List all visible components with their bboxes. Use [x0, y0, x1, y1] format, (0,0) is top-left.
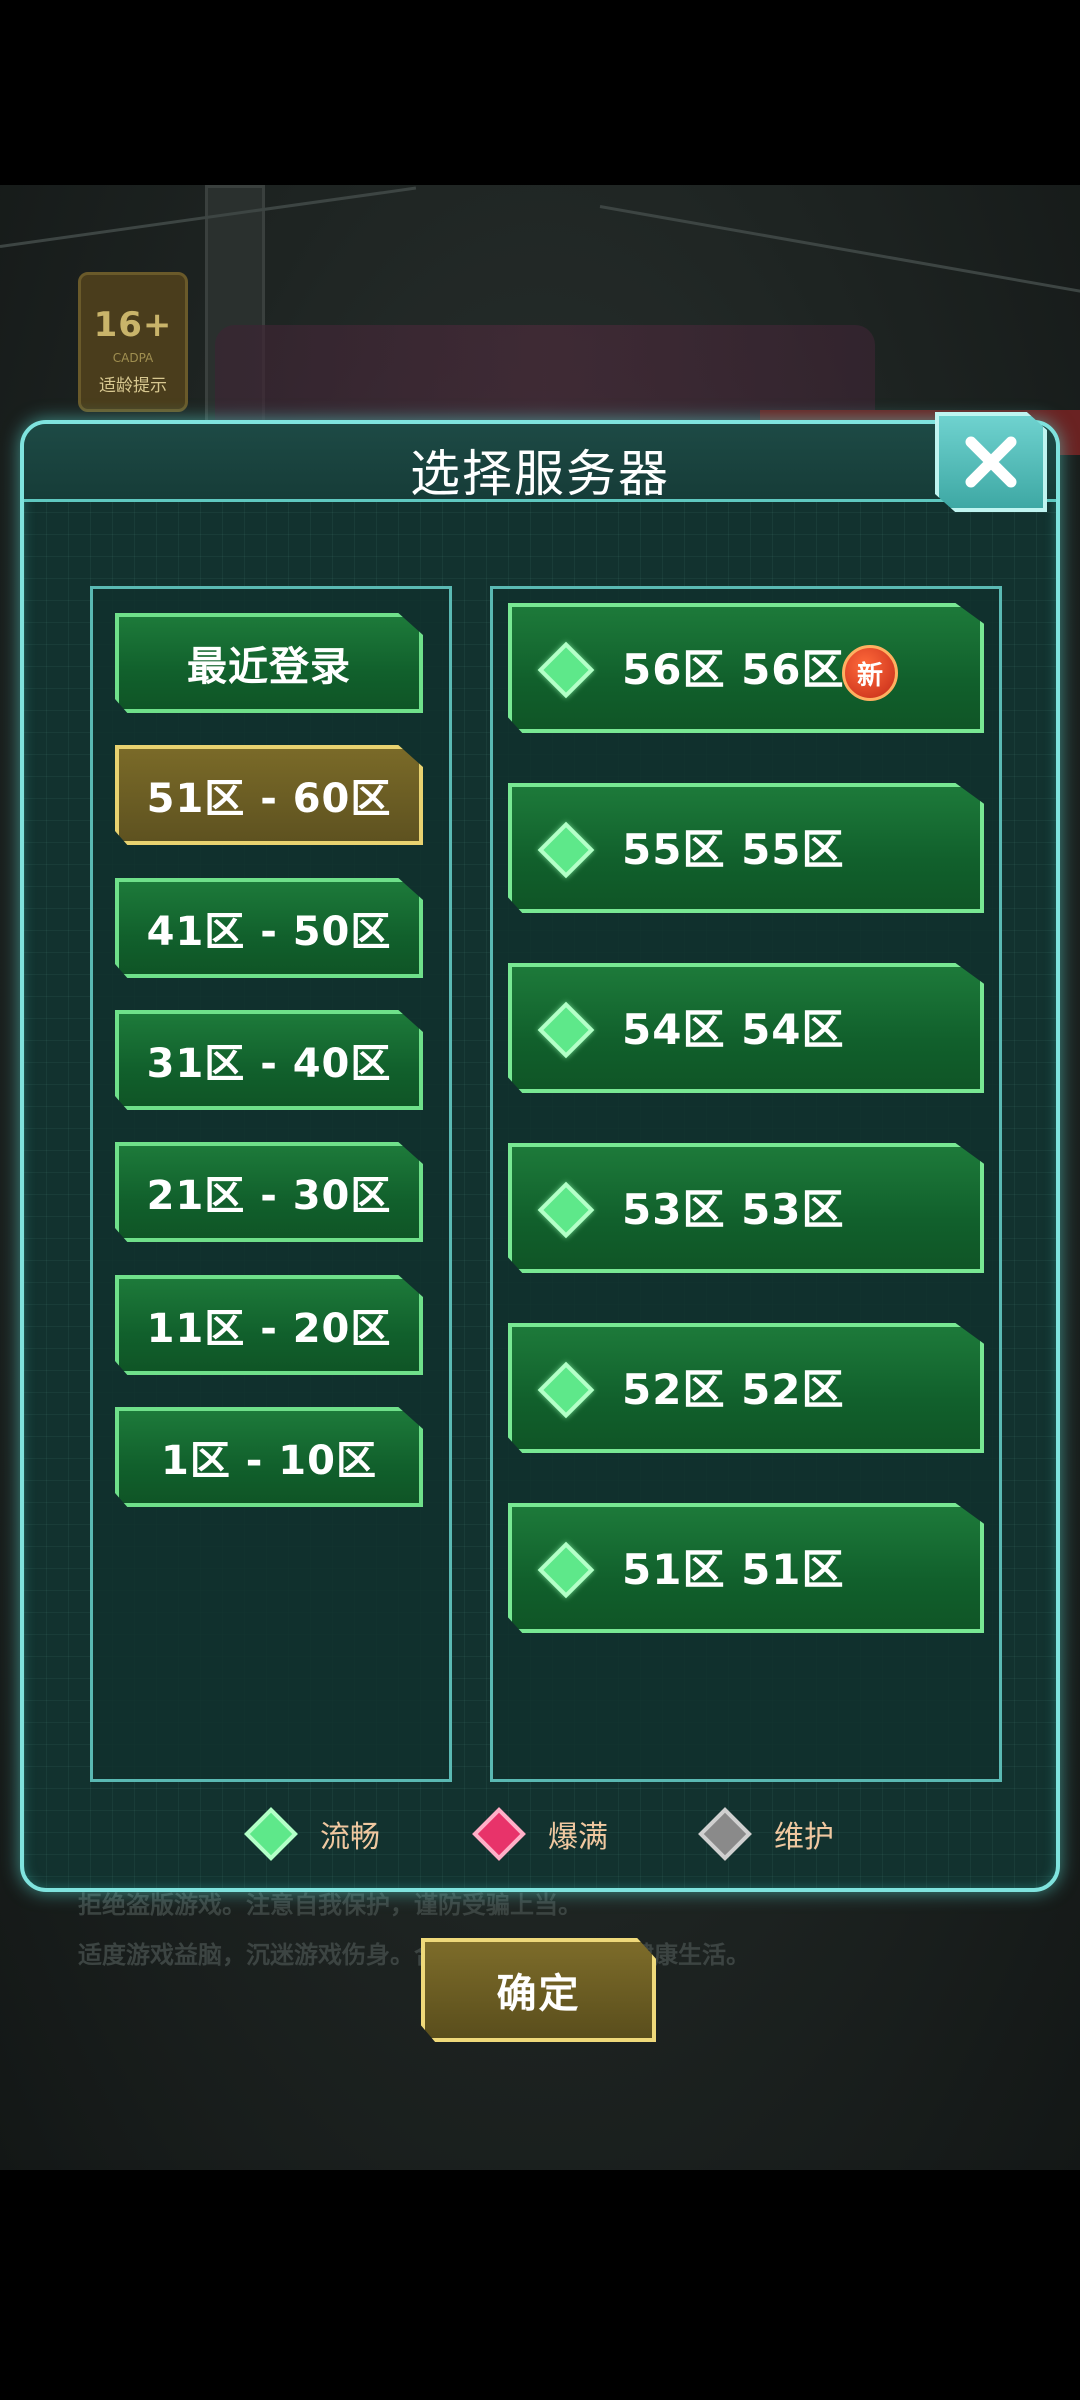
background-wire: [599, 205, 1080, 295]
legend-label: 维护: [774, 1820, 834, 1855]
new-badge: 新: [842, 645, 898, 701]
gray-diamond-icon: [698, 1807, 752, 1861]
range-tab-label: 11区 - 20区: [146, 1306, 392, 1352]
server-item-54[interactable]: 54区 54区: [508, 963, 984, 1093]
legend-smooth: 流畅: [242, 1804, 380, 1864]
legend-maintenance: 维护: [696, 1804, 834, 1864]
status-smooth-icon: [537, 1181, 595, 1239]
age-rating-org: CADPA: [112, 351, 154, 365]
server-name: 51区 51区: [622, 1545, 845, 1594]
server-name: 56区 56区: [622, 645, 845, 694]
server-item-51[interactable]: 51区 51区: [508, 1503, 984, 1633]
range-tab-label: 21区 - 30区: [146, 1173, 392, 1219]
age-rating-number: 16+: [93, 305, 173, 345]
server-item-52[interactable]: 52区 52区: [508, 1323, 984, 1453]
legend-full: 爆满: [470, 1804, 608, 1864]
range-tab-label: 31区 - 40区: [146, 1041, 392, 1087]
server-select-dialog: 选择服务器 最近登录 51区 - 60区 41区 - 50区 31区 - 40区…: [20, 412, 1060, 1892]
status-smooth-icon: [537, 1001, 595, 1059]
server-name: 54区 54区: [622, 1005, 845, 1054]
dialog-header: 选择服务器: [24, 424, 1056, 503]
age-rating-tip: 适龄提示: [99, 376, 167, 396]
status-smooth-icon: [537, 1361, 595, 1419]
server-list[interactable]: 56区 56区 新 55区 55区 54区 54区 53区 53区 52区 52…: [490, 586, 1002, 1782]
range-tab-41-50[interactable]: 41区 - 50区: [115, 878, 423, 978]
green-diamond-icon: [244, 1807, 298, 1861]
red-diamond-icon: [472, 1807, 526, 1861]
range-tab-label: 51区 - 60区: [146, 776, 392, 822]
server-name: 52区 52区: [622, 1365, 845, 1414]
status-smooth-icon: [537, 1541, 595, 1599]
range-tab-label: 1区 - 10区: [161, 1438, 377, 1484]
server-item-55[interactable]: 55区 55区: [508, 783, 984, 913]
range-tab-1-10[interactable]: 1区 - 10区: [115, 1407, 423, 1507]
server-name: 55区 55区: [622, 825, 845, 874]
top-letterbox: [0, 0, 1080, 185]
range-tab-label: 最近登录: [187, 644, 351, 690]
range-tab-11-20[interactable]: 11区 - 20区: [115, 1275, 423, 1375]
status-smooth-icon: [537, 641, 595, 699]
server-item-56[interactable]: 56区 56区 新: [508, 603, 984, 733]
range-tab-21-30[interactable]: 21区 - 30区: [115, 1142, 423, 1242]
range-tab-31-40[interactable]: 31区 - 40区: [115, 1010, 423, 1110]
range-tab-label: 41区 - 50区: [146, 909, 392, 955]
close-icon: [965, 436, 1017, 488]
close-button[interactable]: [935, 412, 1047, 512]
age-rating-badge[interactable]: 16+ CADPA 适龄提示: [78, 272, 188, 412]
confirm-label: 确定: [496, 1971, 581, 2017]
server-item-53[interactable]: 53区 53区: [508, 1143, 984, 1273]
legend-label: 爆满: [548, 1820, 608, 1855]
legend-label: 流畅: [320, 1820, 380, 1855]
range-tab-51-60[interactable]: 51区 - 60区: [115, 745, 423, 845]
confirm-button[interactable]: 确定: [421, 1938, 656, 2042]
status-smooth-icon: [537, 821, 595, 879]
range-tab-recent[interactable]: 最近登录: [115, 613, 423, 713]
server-name: 53区 53区: [622, 1185, 845, 1234]
range-list[interactable]: 最近登录 51区 - 60区 41区 - 50区 31区 - 40区 21区 -…: [90, 586, 452, 1782]
dialog-title: 选择服务器: [410, 445, 670, 503]
bottom-letterbox: [0, 2170, 1080, 2400]
